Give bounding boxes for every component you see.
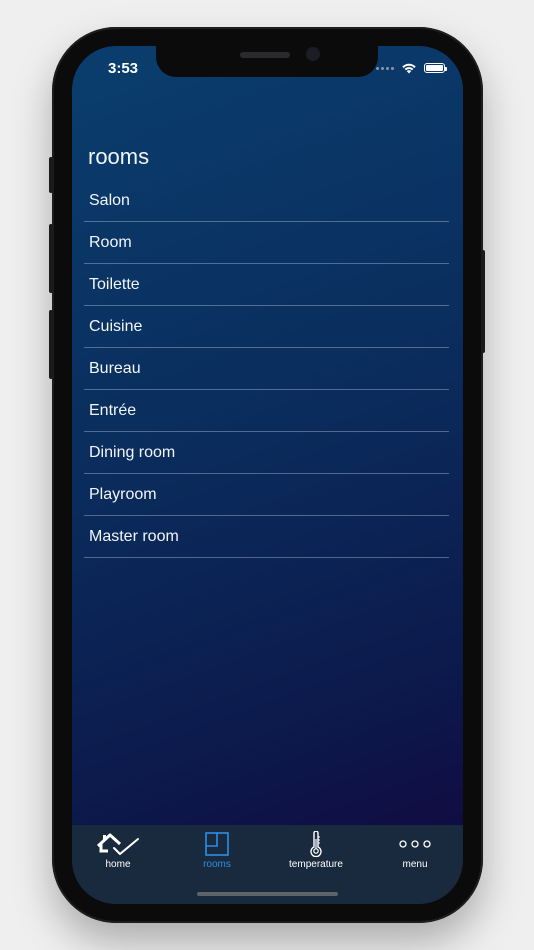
- room-item-salon[interactable]: Salon: [84, 180, 449, 222]
- battery-icon: [424, 63, 447, 73]
- tab-menu-label: menu: [402, 859, 428, 870]
- status-icons: [376, 62, 447, 74]
- tab-menu[interactable]: menu: [375, 831, 455, 873]
- notch: [156, 46, 378, 77]
- room-item-cuisine[interactable]: Cuisine: [84, 306, 449, 348]
- wifi-icon: [402, 63, 416, 74]
- tab-rooms[interactable]: rooms: [177, 831, 257, 873]
- thermometer-icon: [310, 831, 322, 857]
- tab-temperature[interactable]: temperature: [276, 831, 356, 873]
- room-item-dining-room[interactable]: Dining room: [84, 432, 449, 474]
- room-list: Salon Room Toilette Cuisine Bureau Entré…: [84, 180, 449, 558]
- status-time: 3:53: [108, 60, 139, 77]
- more-dots-icon: [399, 840, 431, 848]
- tab-home-label: home: [105, 859, 131, 870]
- house-check-icon: [96, 833, 139, 855]
- floorplan-icon: [205, 832, 229, 856]
- tab-rooms-label: rooms: [203, 859, 231, 870]
- room-item-master-room[interactable]: Master room: [84, 516, 449, 558]
- room-item-entree[interactable]: Entrée: [84, 390, 449, 432]
- room-item-room[interactable]: Room: [84, 222, 449, 264]
- power-button: [481, 250, 485, 353]
- home-indicator[interactable]: [197, 892, 338, 896]
- page-title: rooms: [88, 144, 150, 169]
- volume-up-button: [49, 224, 53, 293]
- room-item-playroom[interactable]: Playroom: [84, 474, 449, 516]
- cellular-signal-icon: [376, 66, 394, 70]
- room-item-toilette[interactable]: Toilette: [84, 264, 449, 306]
- front-camera: [306, 47, 320, 61]
- tab-home[interactable]: home: [78, 831, 158, 873]
- volume-down-button: [49, 310, 53, 379]
- mute-switch: [49, 157, 53, 193]
- room-item-bureau[interactable]: Bureau: [84, 348, 449, 390]
- earpiece-speaker: [240, 52, 290, 58]
- tab-temperature-label: temperature: [289, 859, 343, 870]
- app-screen: 3:53 rooms Salon Room Toilette Cuisine B…: [72, 46, 463, 904]
